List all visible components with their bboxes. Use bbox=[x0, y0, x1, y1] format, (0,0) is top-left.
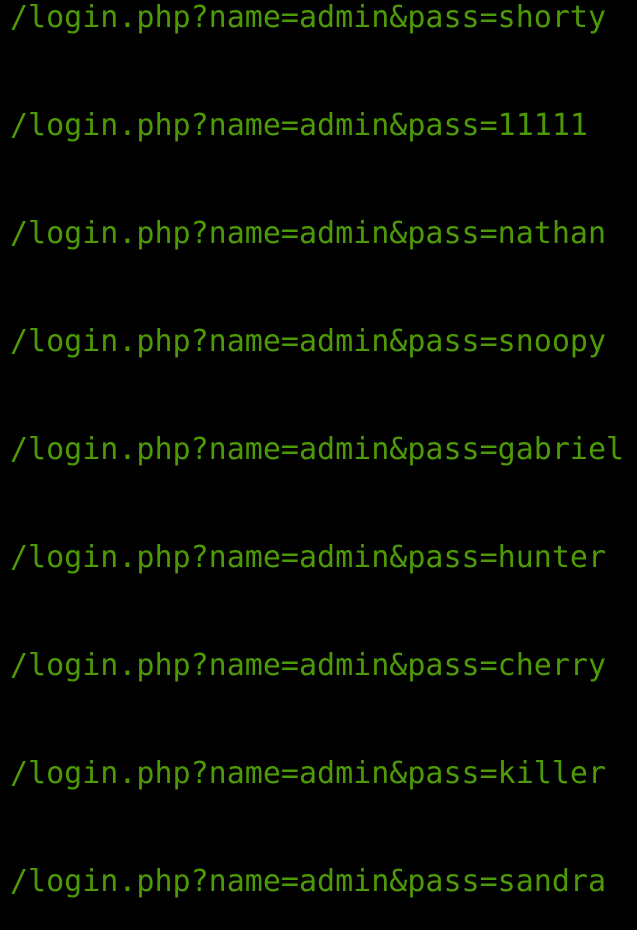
log-line: /login.php?name=admin&pass=nathan bbox=[10, 216, 607, 251]
log-line: /login.php?name=admin&pass=11111 bbox=[10, 108, 588, 143]
log-line: /login.php?name=admin&pass=cherry bbox=[10, 648, 607, 683]
log-line: /login.php?name=admin&pass=snoopy bbox=[10, 324, 607, 359]
log-line: /login.php?name=admin&pass=hunter bbox=[10, 540, 607, 575]
log-line: /login.php?name=admin&pass=gabriel bbox=[10, 432, 625, 467]
log-line: /login.php?name=admin&pass=sandra bbox=[10, 864, 607, 899]
log-line: /login.php?name=admin&pass=killer bbox=[10, 756, 607, 791]
terminal-output: /login.php?name=admin&pass=shorty /login… bbox=[0, 0, 637, 930]
log-line: /login.php?name=admin&pass=shorty bbox=[10, 0, 607, 35]
